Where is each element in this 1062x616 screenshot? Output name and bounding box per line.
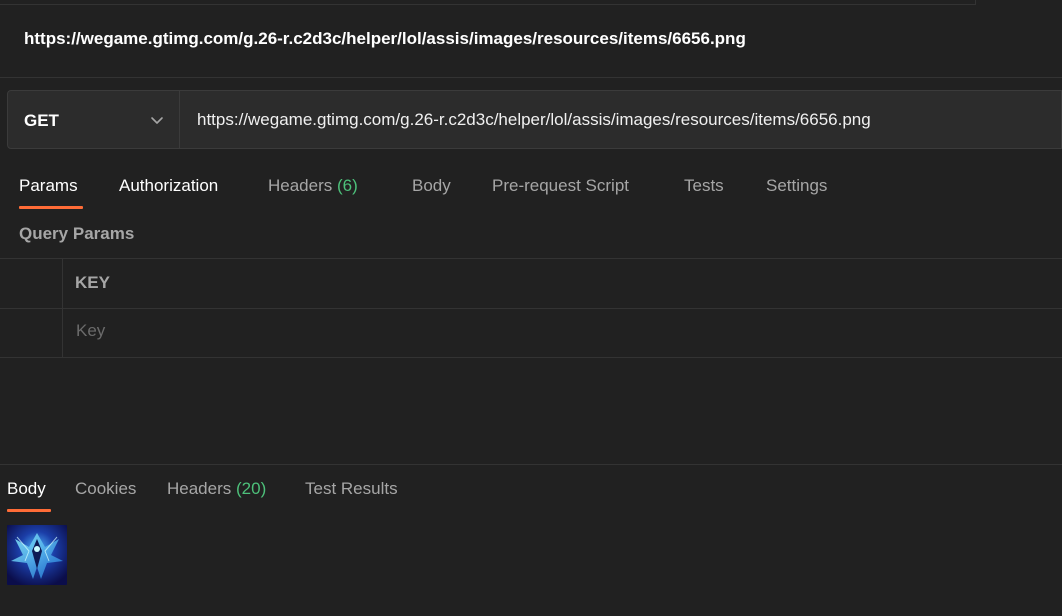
tab-settings[interactable]: Settings xyxy=(766,176,827,196)
response-tab-body[interactable]: Body xyxy=(7,479,46,499)
tab-body[interactable]: Body xyxy=(412,176,451,196)
response-tab-test-results[interactable]: Test Results xyxy=(305,479,398,499)
request-title[interactable]: https://wegame.gtimg.com/g.26-r.c2d3c/he… xyxy=(24,29,746,49)
method-select[interactable]: GET xyxy=(7,90,180,149)
response-headers-count-badge: (20) xyxy=(236,479,267,498)
params-table: KEY Key xyxy=(0,258,1062,358)
tab-pre-request-script[interactable]: Pre-request Script xyxy=(492,176,629,196)
response-image-preview xyxy=(7,525,67,585)
chevron-down-icon xyxy=(151,117,163,124)
response-tabs: Body Cookies Headers (20) Test Results xyxy=(0,470,1062,516)
response-tab-cookies[interactable]: Cookies xyxy=(75,479,136,499)
tab-tests[interactable]: Tests xyxy=(684,176,724,196)
response-tab-headers[interactable]: Headers (20) xyxy=(167,479,266,499)
tab-headers[interactable]: Headers (6) xyxy=(268,176,358,196)
tab-headers-label: Headers xyxy=(268,176,333,195)
headers-count-badge: (6) xyxy=(337,176,358,195)
divider xyxy=(0,77,1062,78)
request-tab-strip xyxy=(0,0,976,5)
tab-params[interactable]: Params xyxy=(19,176,78,196)
url-input[interactable]: https://wegame.gtimg.com/g.26-r.c2d3c/he… xyxy=(180,90,1062,149)
table-border xyxy=(0,258,1062,259)
key-input[interactable]: Key xyxy=(63,309,1062,357)
method-label: GET xyxy=(24,111,59,130)
key-column-header: KEY xyxy=(75,273,110,292)
request-tabs: Params Authorization Headers (6) Body Pr… xyxy=(0,170,1062,214)
tab-authorization[interactable]: Authorization xyxy=(119,176,218,196)
active-response-tab-indicator xyxy=(7,509,51,512)
active-tab-indicator xyxy=(19,206,83,209)
item-image xyxy=(7,525,67,585)
response-tab-headers-label: Headers xyxy=(167,479,232,498)
response-divider[interactable] xyxy=(0,464,1062,465)
query-params-heading: Query Params xyxy=(19,224,135,243)
table-border xyxy=(0,357,1062,358)
